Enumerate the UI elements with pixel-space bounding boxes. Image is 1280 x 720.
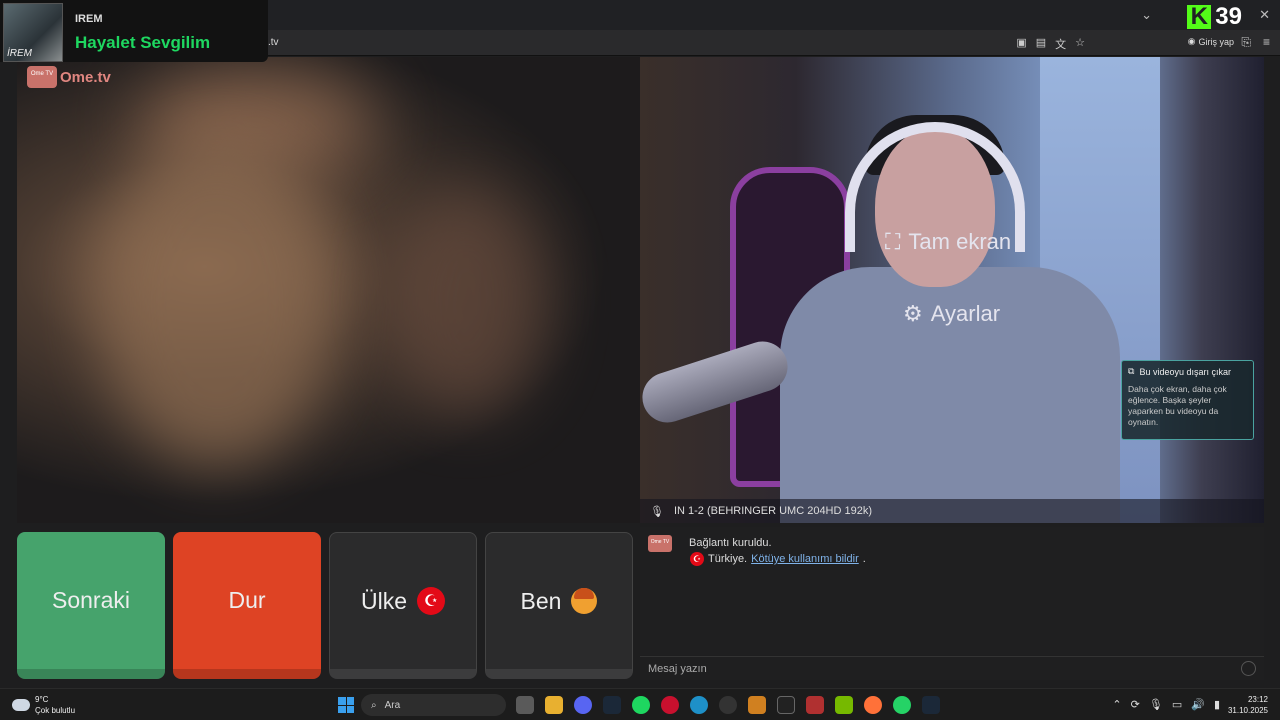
- report-abuse-link[interactable]: Kötüye kullanımı bildir: [751, 553, 859, 565]
- sync-icon[interactable]: ⟳: [1131, 698, 1140, 711]
- album-art: İREM: [3, 3, 63, 62]
- turkey-flag-icon: ☪: [417, 587, 445, 615]
- next-button[interactable]: Sonraki: [17, 532, 165, 679]
- search-icon: ⌕: [371, 699, 377, 711]
- viewer-count: 39: [1215, 3, 1242, 30]
- audio-device-label: IN 1-2 (BEHRINGER UMC 204HD 192k): [673, 505, 873, 517]
- country-button[interactable]: Ülke ☪: [329, 532, 477, 679]
- opera-icon[interactable]: [661, 696, 679, 714]
- audio-device-bar: 🎙 IN 1-2 (BEHRINGER UMC 204HD 192k): [640, 499, 1264, 523]
- translate-icon[interactable]: 文: [1055, 36, 1066, 52]
- steam-icon[interactable]: [922, 696, 940, 714]
- close-icon[interactable]: ✕: [1259, 7, 1270, 23]
- file-explorer-icon[interactable]: [545, 696, 563, 714]
- login-label: Giriş yap: [1198, 36, 1234, 47]
- pip-tooltip-body: Daha çok ekran, daha çok eğlence. Başka …: [1128, 384, 1227, 427]
- artist-name: IREM: [75, 13, 103, 25]
- network-icon[interactable]: ▭: [1172, 698, 1182, 711]
- url-text[interactable]: .tv: [268, 37, 279, 48]
- pip-icon: ⧉: [1128, 366, 1135, 376]
- next-label: Sonraki: [52, 587, 130, 613]
- windows-start-icon[interactable]: [338, 697, 354, 713]
- extensions-icon[interactable]: ⎘: [1241, 35, 1251, 50]
- weather-temp: 9°C: [35, 695, 49, 704]
- clock[interactable]: 23:12 31.10.2025: [1228, 694, 1268, 716]
- menu-icon[interactable]: ≡: [1263, 35, 1270, 50]
- nvidia-icon[interactable]: [835, 696, 853, 714]
- reader-icon[interactable]: ▤: [1036, 36, 1046, 52]
- task-view-icon[interactable]: [516, 696, 534, 714]
- obs-icon[interactable]: [719, 696, 737, 714]
- me-button[interactable]: Ben: [485, 532, 633, 679]
- cloud-icon: [12, 699, 30, 711]
- chevron-down-icon[interactable]: ⌄: [1141, 7, 1152, 23]
- clock-time: 23:12: [1247, 695, 1268, 704]
- settings-label: Ayarlar: [930, 301, 1001, 326]
- stop-button[interactable]: Dur: [173, 532, 321, 679]
- stop-label: Dur: [228, 587, 266, 613]
- emoji-icon[interactable]: [1241, 661, 1256, 676]
- album-art-text: İREM: [7, 48, 32, 59]
- microphone-icon[interactable]: 🎙: [1149, 698, 1163, 711]
- chat-panel: Ome TV Bağlantı kuruldu. ☪ Türkiye. Kötü…: [640, 527, 1264, 655]
- taskbar-apps: [516, 696, 940, 714]
- pip-tooltip: ⧉ Bu videoyu dışarı çıkar Daha çok ekran…: [1121, 360, 1254, 440]
- spotify-icon[interactable]: [632, 696, 650, 714]
- weather-widget[interactable]: 9°C Çok bulutlu: [12, 694, 75, 716]
- ometv-logo-text: Ome.tv: [60, 68, 111, 86]
- steam-icon[interactable]: [603, 696, 621, 714]
- epic-games-icon[interactable]: [777, 696, 795, 714]
- pip-tooltip-title: Bu videoyu dışarı çıkar: [1139, 366, 1231, 377]
- screenshot-icon[interactable]: ▣: [1016, 36, 1026, 52]
- windows-taskbar: 9°C Çok bulutlu ⌕ Ara ⌃ ⟳ 🎙 ▭ 🔊 ▮ 23:12 …: [0, 688, 1280, 720]
- clock-date: 31.10.2025: [1227, 706, 1268, 715]
- now-playing-overlay: İREM IREM Hayalet Sevgilim: [0, 0, 268, 62]
- bookmark-star-icon[interactable]: ☆: [1075, 36, 1085, 52]
- scrollbar[interactable]: [1264, 57, 1280, 523]
- ometv-logo-icon: Ome TV: [27, 66, 57, 88]
- edge-icon[interactable]: [690, 696, 708, 714]
- account-icon: ◉: [1187, 36, 1196, 46]
- message-input[interactable]: [648, 661, 1228, 677]
- app-icon[interactable]: [748, 696, 766, 714]
- weather-condition: Çok bulutlu: [35, 706, 76, 715]
- self-video: [640, 57, 1264, 523]
- discord-icon[interactable]: [574, 696, 592, 714]
- whatsapp-icon[interactable]: [893, 696, 911, 714]
- app-icon[interactable]: [806, 696, 824, 714]
- chat-country: Türkiye.: [708, 553, 748, 565]
- message-input-bar: [640, 656, 1264, 680]
- chat-country-message: ☪ Türkiye. Kötüye kullanımı bildir.: [690, 552, 866, 566]
- chat-period: .: [862, 553, 866, 565]
- settings-menu-item[interactable]: ⚙ Ayarlar: [903, 301, 1000, 327]
- chat-connected-message: Bağlantı kuruldu.: [689, 537, 772, 549]
- fullscreen-menu-item[interactable]: ⛶ Tam ekran: [885, 229, 1011, 255]
- taskbar-search[interactable]: ⌕ Ara: [361, 694, 506, 716]
- ometv-chat-icon: Ome TV: [648, 535, 672, 552]
- fullscreen-icon: ⛶: [885, 229, 901, 254]
- me-label: Ben: [520, 587, 562, 614]
- system-tray: ⌃ ⟳ 🎙 ▭ 🔊 ▮: [1112, 698, 1220, 711]
- song-title: Hayalet Sevgilim: [75, 33, 211, 52]
- login-button[interactable]: ◉ Giriş yap: [1188, 36, 1234, 47]
- country-label: Ülke: [360, 587, 407, 614]
- volume-icon[interactable]: 🔊: [1191, 698, 1205, 711]
- stranger-video: [17, 57, 640, 523]
- kick-logo-icon: [1187, 3, 1212, 31]
- chevron-up-icon[interactable]: ⌃: [1112, 698, 1121, 711]
- search-label: Ara: [384, 699, 401, 711]
- firefox-icon[interactable]: [864, 696, 882, 714]
- battery-icon[interactable]: ▮: [1214, 698, 1220, 711]
- avatar-icon: [571, 588, 598, 614]
- kick-viewer-widget: 39: [1187, 3, 1242, 31]
- ometv-logo: Ome TV Ome.tv: [27, 66, 111, 88]
- fullscreen-label: Tam ekran: [908, 229, 1012, 254]
- gear-icon: ⚙: [903, 301, 923, 326]
- turkey-flag-icon: ☪: [690, 552, 704, 566]
- microphone-icon: 🎙: [650, 505, 664, 518]
